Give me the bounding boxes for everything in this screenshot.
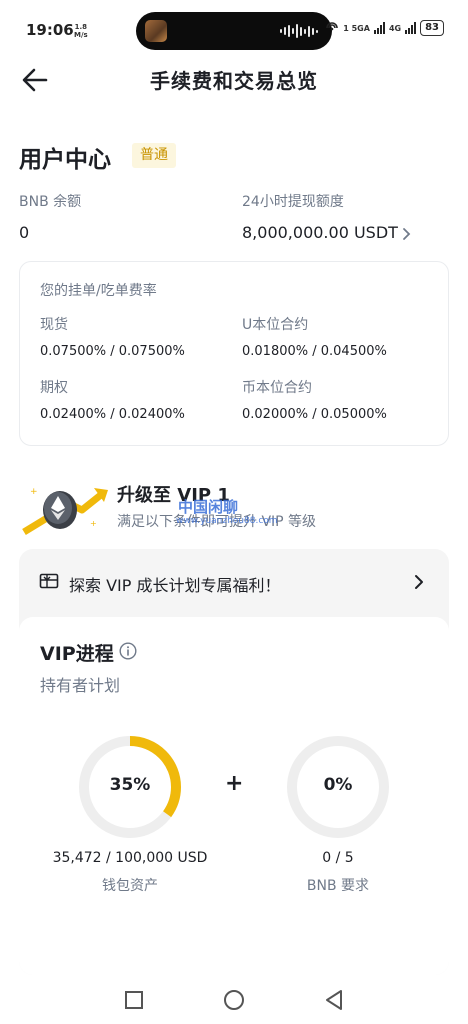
chevron-right-icon [415,575,423,589]
page-title: 手续费和交易总览 [150,69,318,93]
wallet-amount: 35,472 / 100,000 USD [52,850,208,866]
watermark-logo: 中国闲聊 [178,498,239,516]
nfc-icon [326,22,339,31]
tier-badge: 普通 [132,143,176,168]
vip-progress-title: VIP进程 [40,643,114,665]
bnb-amount: 0 / 5 [322,850,354,866]
chevron-right-icon [403,227,411,240]
status-bar: 19:06 1.8 M/s 1 5GA 4G 83 [0,0,468,62]
fee-value-usdm-futures: 0.01800% / 0.04500% [242,344,387,359]
fee-value-options: 0.02400% / 0.02400% [40,407,185,422]
audio-wave-icon [280,24,318,38]
bnb-caption: BNB 要求 [306,878,370,894]
fee-rates-header: 您的挂单/吃单费率 [40,283,157,299]
withdraw-limit-value: 8,000,000.00 USDT [242,223,398,242]
network-speed-value: 1.8 [74,23,88,31]
bnb-percent: 0% [323,775,353,795]
info-circle-icon[interactable] [119,642,137,660]
fee-label-spot: 现货 [40,317,68,333]
plus-sign: + [225,771,244,796]
network-speed: 1.8 M/s [74,23,88,39]
fee-value-spot: 0.07500% / 0.07500% [40,344,185,359]
gift-card-icon [39,573,59,589]
bnb-balance-value: 0 [19,223,30,242]
vip-program-card: 探索 VIP 成长计划专属福利！ VIP进程 持有者计划 35% + 0% 35… [19,549,449,975]
square-icon[interactable] [122,988,146,1012]
svg-text:+: + [30,487,38,497]
triangle-back-icon[interactable] [322,988,346,1012]
user-center-title: 用户中心 [19,147,111,173]
svg-text:+: + [90,519,97,528]
fee-rates-card: 您的挂单/吃单费率 现货 0.07500% / 0.07500% U本位合约 0… [19,261,449,446]
withdraw-limit-link[interactable]: 8,000,000.00 USDT [242,223,412,242]
withdraw-limit-label: 24小时提现额度 [242,194,344,210]
vip-progress-panel: VIP进程 持有者计划 35% + 0% 35,472 / 100,000 US… [19,617,449,975]
wallet-percent: 35% [109,775,151,795]
watermark-url: www.yuanzhou88.com [176,516,278,526]
battery-icon: 83 [420,20,444,36]
network-label-2: 4G [388,23,402,33]
media-thumbnail [145,20,167,42]
circle-icon[interactable] [222,988,246,1012]
explore-vip-benefits-row[interactable]: 探索 VIP 成长计划专属福利！ [19,549,449,615]
fee-value-coinm-futures: 0.02000% / 0.05000% [242,407,387,422]
fee-label-coinm-futures: 币本位合约 [242,380,312,396]
signal-icon-1 [373,22,385,34]
fee-label-usdm-futures: U本位合约 [242,317,309,333]
dynamic-island[interactable] [136,12,332,50]
system-icons: 1 5GA 4G 83 [325,20,444,36]
fee-label-options: 期权 [40,380,68,396]
vip-upgrade-illustration: + + [22,487,108,535]
wallet-caption: 钱包资产 [102,878,158,894]
network-speed-unit: M/s [74,31,88,39]
plan-name: 持有者计划 [40,676,121,695]
system-nav-bar [0,978,468,1024]
status-time: 19:06 [26,21,74,39]
bnb-balance-label: BNB 余额 [19,194,82,210]
network-label-1: 1 5GA [343,23,370,33]
signal-icon-2 [405,22,417,34]
explore-vip-text: 探索 VIP 成长计划专属福利！ [69,576,281,595]
